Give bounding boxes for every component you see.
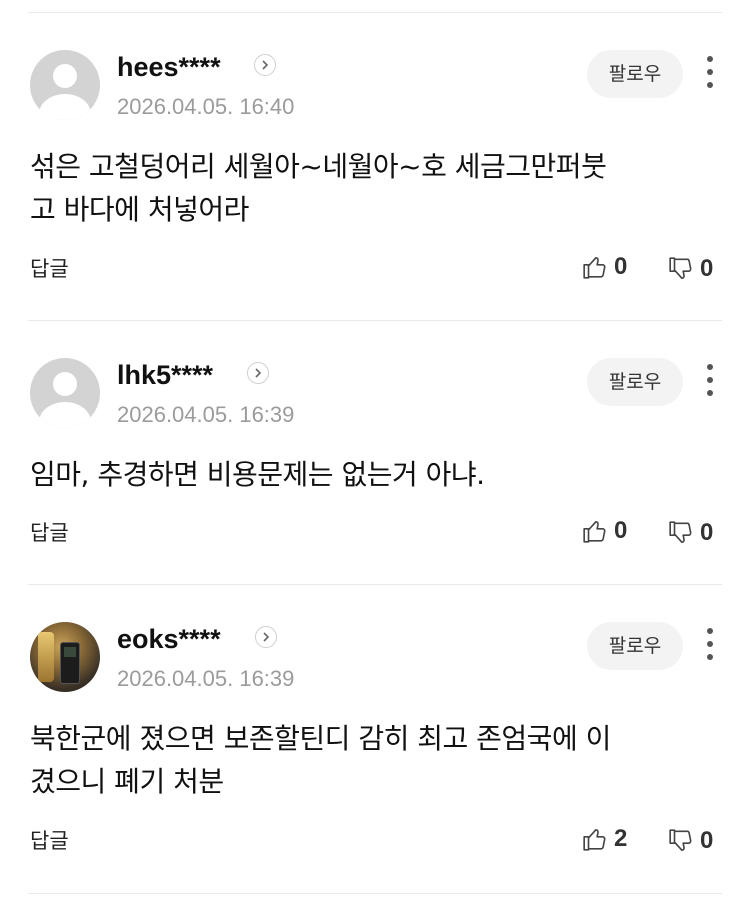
reply-button[interactable]: 답글 [30,517,69,547]
more-vertical-icon[interactable] [702,362,718,398]
like-count: 2 [614,825,628,852]
like-count: 0 [614,517,628,544]
comment-item: eoks**** 2026.04.05. 16:39 팔로우 북한군에 졌으면 … [0,622,750,872]
like-button[interactable]: 2 [582,824,627,854]
comment-text-line: 고 바다에 처넣어라 [30,193,249,226]
thumbs-up-icon [583,520,606,543]
divider [28,320,722,321]
avatar[interactable] [30,50,100,120]
dislike-button[interactable]: 0 [668,254,713,284]
dislike-count: 0 [700,827,714,854]
more-vertical-icon[interactable] [702,626,718,662]
timestamp: 2026.04.05. 16:39 [117,666,295,691]
dislike-count: 0 [700,519,714,546]
comment-text-line: 섞은 고철덩어리 세월아~네월아~호 세금그만퍼붓 [30,150,607,183]
comment-item: hees**** 2026.04.05. 16:40 팔로우 섞은 고철덩어리 … [0,50,750,300]
reply-button[interactable]: 답글 [30,825,69,855]
avatar[interactable] [30,622,100,692]
timestamp: 2026.04.05. 16:39 [117,402,295,427]
thumbs-down-icon [669,257,692,280]
more-vertical-icon[interactable] [702,54,718,90]
thumbs-up-icon [583,828,606,851]
chevron-right-icon[interactable] [247,362,269,384]
comment-text: 섞은 고철덩어리 세월아~네월아~호 세금그만퍼붓 고 바다에 처넣어라 [30,145,710,231]
dislike-button[interactable]: 0 [668,826,713,856]
comment-text-line: 임마, 추경하면 비용문제는 없는거 아냐. [30,458,485,491]
follow-button[interactable]: 팔로우 [587,622,683,670]
username[interactable]: lhk5**** [117,360,213,390]
like-button[interactable]: 0 [582,516,627,546]
comment-text-line: 겼으니 폐기 처분 [30,765,224,798]
avatar[interactable] [30,358,100,428]
divider [28,893,722,894]
chevron-right-icon[interactable] [254,54,276,76]
divider [28,12,722,13]
thumbs-up-icon [583,256,606,279]
dislike-button[interactable]: 0 [668,518,713,548]
follow-button[interactable]: 팔로우 [587,50,683,98]
comment-item: lhk5**** 2026.04.05. 16:39 팔로우 임마, 추경하면 … [0,358,750,558]
comment-text: 임마, 추경하면 비용문제는 없는거 아냐. [30,453,710,496]
timestamp: 2026.04.05. 16:40 [117,94,295,119]
follow-button[interactable]: 팔로우 [587,358,683,406]
divider [28,584,722,585]
like-button[interactable]: 0 [582,252,627,282]
username[interactable]: hees**** [117,52,221,82]
username[interactable]: eoks**** [117,624,221,654]
comment-text-line: 북한군에 졌으면 보존할틴디 감히 최고 존엄국에 이 [30,722,611,755]
chevron-right-icon[interactable] [255,626,277,648]
thumbs-down-icon [669,829,692,852]
like-count: 0 [614,253,628,280]
comment-text: 북한군에 졌으면 보존할틴디 감히 최고 존엄국에 이 겼으니 폐기 처분 [30,717,710,803]
reply-button[interactable]: 답글 [30,253,69,283]
dislike-count: 0 [700,255,714,282]
thumbs-down-icon [669,521,692,544]
